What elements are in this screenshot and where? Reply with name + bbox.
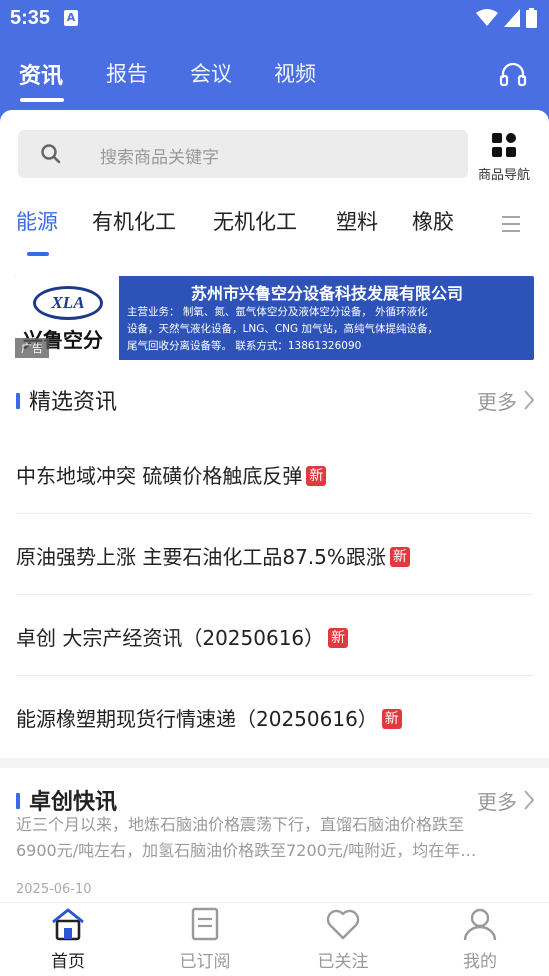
nav-following[interactable]: 已关注 <box>293 907 393 972</box>
news-title: 能源橡塑期现货行情速递（20250616） <box>16 707 378 731</box>
chevron-right-icon[interactable] <box>523 789 535 811</box>
news-title: 中东地域冲突 硫磺价格触底反弹 <box>16 464 303 488</box>
new-badge: 新 <box>389 547 410 567</box>
section-marker <box>16 793 20 809</box>
category-plastics[interactable]: 塑料 <box>336 206 378 236</box>
search-icon <box>41 144 61 164</box>
grid-icon <box>492 133 516 157</box>
ad-banner[interactable]: XLA 兴鲁空分 广告 苏州市兴鲁空分设备科技发展有限公司 主营业务： 制氧、氮… <box>15 276 534 360</box>
logo-mark: XLA <box>33 286 103 320</box>
search-placeholder: 搜索商品关键字 <box>100 148 219 168</box>
home-icon <box>52 908 84 941</box>
product-nav-button[interactable]: 商品导航 <box>474 132 534 183</box>
category-indicator <box>27 252 49 256</box>
quick-news-section: 卓创快讯 更多 近三个月以来，地炼石脑油价格震荡下行，直馏石脑油价格跌至 690… <box>0 768 549 908</box>
banner-desc-line: 主营业务： 制氧、氮、氩气体空分及液体空分设备， 外循环液化 <box>127 306 428 318</box>
news-item[interactable]: 卓创 大宗产经资讯（20250616）新 <box>16 595 533 676</box>
bottom-nav: 首页 已订阅 已关注 我的 <box>0 902 549 976</box>
headset-icon[interactable] <box>499 60 527 88</box>
quick-news-date: 2025-06-10 <box>16 882 92 897</box>
banner-description: 主营业务： 制氧、氮、氩气体空分及液体空分设备， 外循环液化 设备，天然气液化设… <box>127 304 527 355</box>
battery-icon <box>526 8 537 28</box>
wifi-icon <box>476 9 498 26</box>
banner-title: 苏州市兴鲁空分设备科技发展有限公司 <box>190 284 463 303</box>
menu-icon[interactable] <box>501 214 521 234</box>
chevron-right-icon[interactable] <box>523 389 535 411</box>
new-badge: 新 <box>328 628 349 648</box>
tab-meetings[interactable]: 会议 <box>190 58 232 88</box>
news-item[interactable]: 中东地域冲突 硫磺价格触底反弹新 <box>16 433 533 514</box>
nav-following-label: 已关注 <box>317 952 369 972</box>
featured-title: 精选资讯 <box>29 390 118 415</box>
nav-profile-label: 我的 <box>463 952 497 972</box>
nav-subscribed[interactable]: 已订阅 <box>155 907 255 972</box>
category-inorganic-chem[interactable]: 无机化工 <box>213 206 297 236</box>
news-title: 卓创 大宗产经资讯（20250616） <box>16 626 325 650</box>
news-item[interactable]: 原油强势上涨 主要石油化工品87.5%跟涨新 <box>16 514 533 595</box>
news-item[interactable]: 能源橡塑期现货行情速递（20250616）新 <box>16 676 533 757</box>
tab-reports[interactable]: 报告 <box>106 58 148 88</box>
user-icon <box>463 908 497 941</box>
category-rubber[interactable]: 橡胶 <box>412 206 454 236</box>
search-input[interactable]: 搜索商品关键字 <box>18 130 468 178</box>
nav-subscribed-label: 已订阅 <box>179 952 231 972</box>
heart-icon <box>326 909 360 940</box>
document-icon <box>191 907 219 941</box>
nav-profile[interactable]: 我的 <box>430 907 530 972</box>
section-marker <box>16 393 20 409</box>
featured-more-link[interactable]: 更多 <box>477 386 517 415</box>
quick-news-line: 6900元/吨左右，加氢石脑油价格跌至7200元/吨附近，均在年… <box>16 841 477 860</box>
status-bar: 5:35 A <box>0 0 549 36</box>
nav-home[interactable]: 首页 <box>18 907 118 972</box>
nav-home-label: 首页 <box>51 952 85 972</box>
category-organic-chem[interactable]: 有机化工 <box>92 206 176 236</box>
quick-news-item[interactable]: 近三个月以来，地炼石脑油价格震荡下行，直馏石脑油价格跌至 6900元/吨左右，加… <box>16 815 531 864</box>
tab-videos[interactable]: 视频 <box>274 58 316 88</box>
product-nav-label: 商品导航 <box>477 168 530 183</box>
featured-header: 精选资讯 更多 <box>0 380 549 420</box>
tab-news[interactable]: 资讯 <box>19 58 63 90</box>
top-tab-bar: 资讯 报告 会议 视频 <box>0 52 549 102</box>
quick-news-more-link[interactable]: 更多 <box>477 786 517 815</box>
main-content: 搜索商品关键字 商品导航 能源 有机化工 无机化工 塑料 橡胶 XLA 兴鲁空分… <box>0 110 549 758</box>
new-badge: 新 <box>306 466 327 486</box>
category-energy[interactable]: 能源 <box>16 206 58 236</box>
banner-desc-line: 尾气回收分离设备等。 联系方式：13861326090 <box>127 340 362 352</box>
active-tab-indicator <box>20 98 64 102</box>
notification-icon: A <box>64 10 79 26</box>
status-time: 5:35 <box>10 6 51 29</box>
news-title: 原油强势上涨 主要石油化工品87.5%跟涨 <box>16 545 386 569</box>
quick-news-line: 近三个月以来，地炼石脑油价格震荡下行，直馏石脑油价格跌至 <box>16 815 465 834</box>
ad-label: 广告 <box>15 338 49 358</box>
banner-desc-line: 设备，天然气液化设备，LNG、CNG 加气站，高纯气体提纯设备， <box>127 323 438 335</box>
signal-icon <box>504 9 520 27</box>
category-tabs: 能源 有机化工 无机化工 塑料 橡胶 <box>0 202 549 262</box>
new-badge: 新 <box>381 709 402 729</box>
